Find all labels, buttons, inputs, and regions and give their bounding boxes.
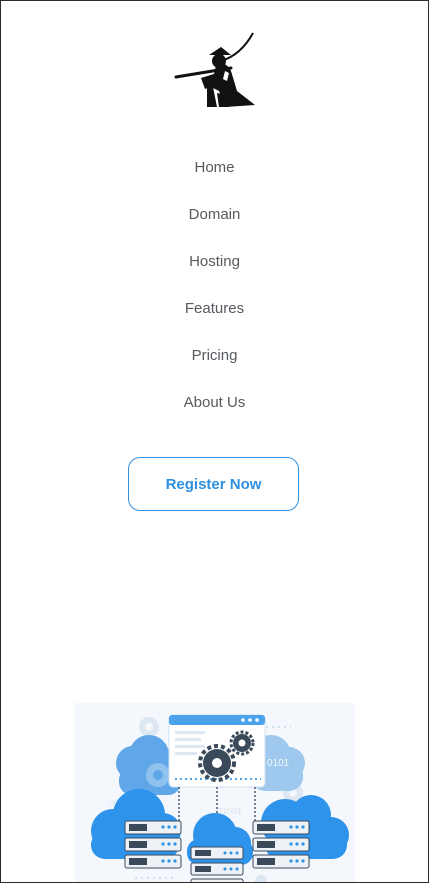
- nav-link-domain[interactable]: Domain: [189, 204, 241, 226]
- nav-link-hosting[interactable]: Hosting: [189, 251, 240, 273]
- main-nav: Home Domain Hosting Features Pricing Abo…: [1, 157, 428, 439]
- nav-link-about-us[interactable]: About Us: [184, 392, 246, 414]
- page-frame: Home Domain Hosting Features Pricing Abo…: [0, 0, 429, 883]
- server-stack-left: [124, 820, 182, 869]
- nav-item-about-us: About Us: [1, 392, 428, 439]
- cloud-servers-illustration: 0101 0010100010 01001: [75, 703, 355, 882]
- nav-link-pricing[interactable]: Pricing: [192, 345, 238, 367]
- nav-link-home[interactable]: Home: [194, 157, 234, 179]
- server-stack-right: [252, 820, 310, 869]
- nav-item-pricing: Pricing: [1, 345, 428, 392]
- nav-item-hosting: Hosting: [1, 251, 428, 298]
- nav-link-features[interactable]: Features: [185, 298, 244, 320]
- nav-item-features: Features: [1, 298, 428, 345]
- register-now-button[interactable]: Register Now: [128, 457, 299, 511]
- nav-item-home: Home: [1, 157, 428, 204]
- binary-text: 0101: [267, 758, 290, 769]
- nav-item-domain: Domain: [1, 204, 428, 251]
